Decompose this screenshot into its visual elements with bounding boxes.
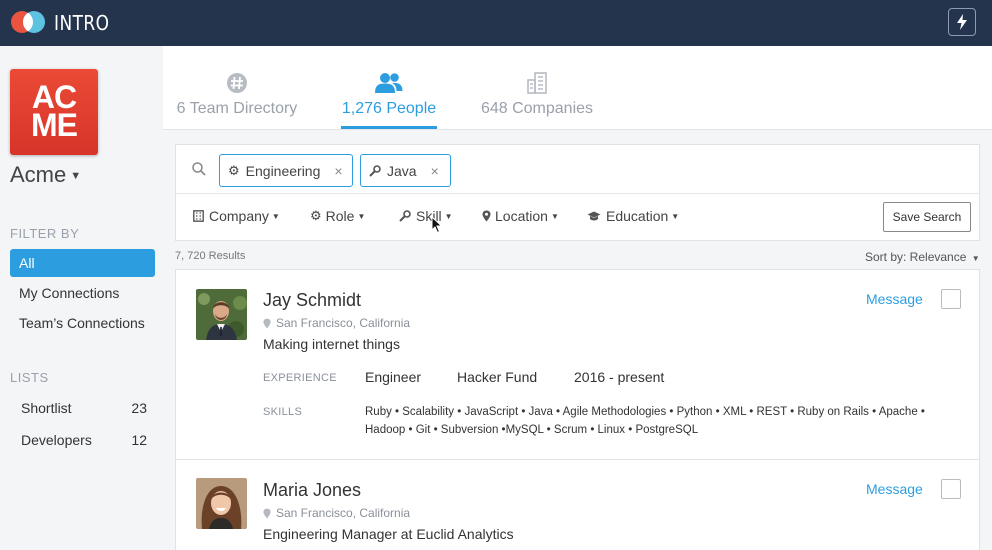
org-name: Acme: [10, 162, 67, 187]
skills-list: Ruby • Scalability • JavaScript • Java •…: [365, 403, 965, 439]
avatar[interactable]: [196, 289, 247, 340]
location-text: San Francisco, California: [276, 506, 411, 520]
experience-label: EXPERIENCE: [263, 372, 337, 384]
lists-heading: LISTS: [10, 370, 49, 385]
filter-teams-connections[interactable]: Team’s Connections: [10, 309, 155, 337]
remove-chip-icon[interactable]: ×: [334, 163, 342, 179]
wrench-icon: [369, 164, 381, 177]
lightning-button[interactable]: [948, 8, 976, 36]
list-count: 23: [131, 400, 147, 416]
search-chip-engineering[interactable]: ⚙ Engineering ×: [219, 154, 353, 187]
filter-location[interactable]: Location ▼: [482, 208, 559, 224]
caret-down-icon: ▼: [70, 170, 82, 183]
list-item-shortlist[interactable]: Shortlist 23: [10, 394, 155, 422]
sort-label: Sort by: Relevance: [865, 250, 967, 264]
person-location: San Francisco, California: [263, 316, 410, 330]
filter-by-heading: FILTER BY: [10, 226, 80, 241]
gear-icon: ⚙: [310, 208, 322, 223]
filter-label: Education: [606, 208, 669, 224]
lightning-icon: [957, 14, 967, 30]
chip-label: Engineering: [245, 162, 321, 179]
top-bar: INTRO: [0, 0, 992, 46]
remove-chip-icon[interactable]: ×: [431, 163, 439, 179]
location-text: San Francisco, California: [276, 316, 411, 330]
tab-team-directory[interactable]: 6 Team Directory: [175, 46, 299, 130]
building-icon: [193, 210, 204, 222]
search-icon: [192, 162, 206, 176]
filter-role[interactable]: ⚙ Role ▼: [310, 208, 365, 224]
message-link[interactable]: Message: [866, 291, 923, 307]
graduation-cap-icon: [587, 211, 601, 220]
person-headline: Making internet things: [263, 336, 400, 352]
experience-period: 2016 - present: [574, 369, 665, 385]
gear-icon: ⚙: [228, 162, 240, 178]
person-name[interactable]: Jay Schmidt: [263, 290, 361, 311]
tab-label: 1,276 People: [341, 100, 437, 117]
person-card[interactable]: Maria Jones San Francisco, California En…: [175, 459, 980, 550]
filter-label: Role: [325, 208, 355, 224]
active-tab-underline: [341, 126, 437, 129]
caret-down-icon: ▼: [971, 254, 980, 263]
list-item-developers[interactable]: Developers 12: [10, 426, 155, 454]
person-headline: Engineering Manager at Euclid Analytics: [263, 526, 514, 542]
intro-logo-icon[interactable]: [10, 9, 46, 35]
pin-icon: [263, 508, 271, 518]
list-label: Shortlist: [21, 400, 72, 416]
slack-hash-icon: [227, 73, 247, 93]
select-checkbox[interactable]: [941, 479, 961, 499]
sidebar: AC ME Acme ▼ FILTER BY All My Connections…: [0, 46, 163, 550]
org-logo[interactable]: AC ME: [10, 69, 98, 155]
list-label: Developers: [21, 432, 92, 448]
app-name: INTRO: [54, 11, 110, 35]
divider: [176, 193, 979, 194]
results-count: 7, 720 Results: [175, 250, 246, 262]
pin-icon: [263, 318, 271, 328]
filter-skill[interactable]: Skill ▼: [399, 208, 453, 224]
tab-label: 6 Team Directory: [176, 100, 298, 117]
save-search-button[interactable]: Save Search: [883, 202, 971, 232]
chip-label: Java: [387, 162, 417, 179]
search-panel: ⚙ Engineering × Java × Company ▼ ⚙ Role ▼ …: [175, 144, 980, 241]
message-link[interactable]: Message: [866, 481, 923, 497]
person-name[interactable]: Maria Jones: [263, 480, 361, 501]
experience-role: Engineer: [365, 369, 422, 385]
org-switcher[interactable]: Acme ▼: [10, 162, 81, 188]
tab-people[interactable]: 1,276 People: [341, 46, 437, 130]
tab-companies[interactable]: 648 Companies: [480, 46, 594, 130]
list-count: 12: [131, 432, 147, 448]
filter-label: Location: [495, 208, 548, 224]
people-icon: [375, 73, 403, 93]
skills-line: Hadoop • Git • Subversion •MySQL • Scrum…: [365, 424, 699, 436]
caret-down-icon: ▼: [444, 211, 453, 221]
avatar[interactable]: [196, 478, 247, 529]
pin-icon: [482, 210, 491, 222]
experience-company: Hacker Fund: [457, 369, 538, 385]
caret-down-icon: ▼: [671, 211, 680, 221]
search-chip-java[interactable]: Java ×: [360, 154, 451, 187]
caret-down-icon: ▼: [357, 211, 366, 221]
sort-dropdown[interactable]: Sort by: Relevance ▼: [865, 250, 980, 264]
person-card[interactable]: Jay Schmidt San Francisco, California Ma…: [175, 269, 980, 460]
logo-line: ME: [31, 107, 78, 143]
select-checkbox[interactable]: [941, 289, 961, 309]
filter-education[interactable]: Education ▼: [587, 208, 679, 224]
mouse-cursor-icon: [431, 216, 443, 234]
filter-my-connections[interactable]: My Connections: [10, 279, 155, 307]
filter-company[interactable]: Company ▼: [193, 208, 280, 224]
caret-down-icon: ▼: [271, 211, 280, 221]
filter-label: Company: [209, 208, 269, 224]
caret-down-icon: ▼: [550, 211, 559, 221]
buildings-icon: [527, 72, 547, 94]
wrench-icon: [399, 210, 411, 222]
person-location: San Francisco, California: [263, 506, 410, 520]
tab-label: 648 Companies: [480, 100, 594, 117]
skills-label: SKILLS: [263, 406, 303, 418]
skills-line: Ruby • Scalability • JavaScript • Java •…: [365, 406, 925, 418]
filter-all[interactable]: All: [10, 249, 155, 277]
